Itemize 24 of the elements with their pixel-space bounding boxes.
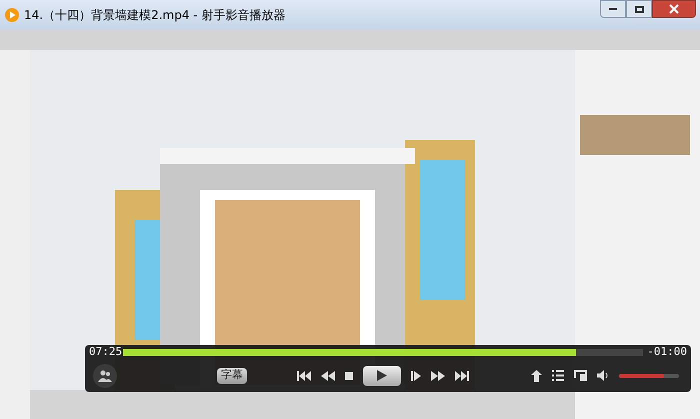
users-icon (98, 370, 112, 382)
step-forward-icon[interactable] (411, 370, 421, 380)
users-button[interactable] (93, 364, 117, 388)
window-title: 14.（十四）背景墙建模2.mp4 - 射手影音播放器 (24, 7, 286, 24)
open-file-icon[interactable] (531, 370, 542, 382)
subtitle-button[interactable]: 字幕 (217, 368, 247, 384)
remaining-time: -01:00 (647, 344, 687, 360)
elapsed-time: 07:25 (89, 344, 119, 360)
next-icon[interactable] (455, 370, 469, 380)
fast-forward-icon[interactable] (431, 370, 445, 380)
stop-icon[interactable] (345, 372, 353, 380)
close-icon (669, 4, 679, 14)
play-button[interactable] (363, 366, 401, 386)
screen-icon[interactable] (574, 370, 587, 381)
close-button[interactable] (652, 0, 696, 18)
minimize-button[interactable] (600, 0, 626, 18)
rewind-icon[interactable] (321, 370, 335, 380)
play-logo-icon (4, 7, 20, 23)
volume-track[interactable] (619, 374, 679, 378)
playlist-icon[interactable] (552, 370, 564, 381)
play-icon (377, 370, 387, 381)
volume-icon[interactable] (597, 370, 609, 381)
previous-icon[interactable] (297, 370, 311, 380)
maximize-button[interactable] (626, 0, 652, 18)
